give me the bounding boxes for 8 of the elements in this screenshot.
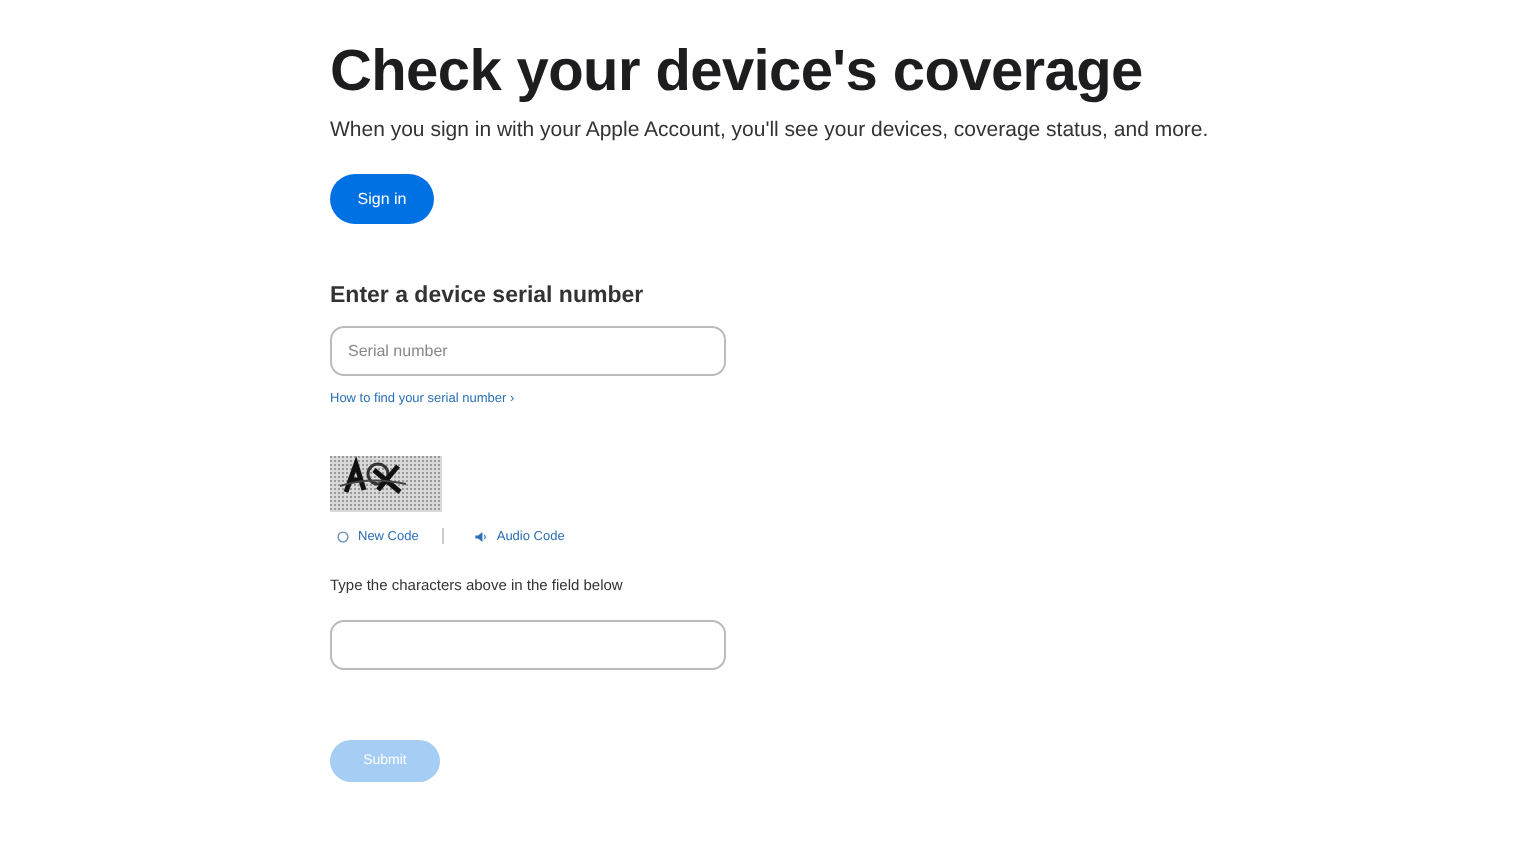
speaker-icon [474,529,489,543]
sign-in-button[interactable]: Sign in [330,174,434,224]
page-subtitle: When you sign in with your Apple Account, you'll see your devices, coverage status, and more. [330,118,1209,142]
captcha-field[interactable] [330,620,726,670]
serial-number-field[interactable]: Serial number [330,326,726,376]
page-title: Check your device's coverage [330,40,1143,106]
refresh-icon [336,529,350,543]
section-heading: Enter a device serial number [330,284,644,308]
